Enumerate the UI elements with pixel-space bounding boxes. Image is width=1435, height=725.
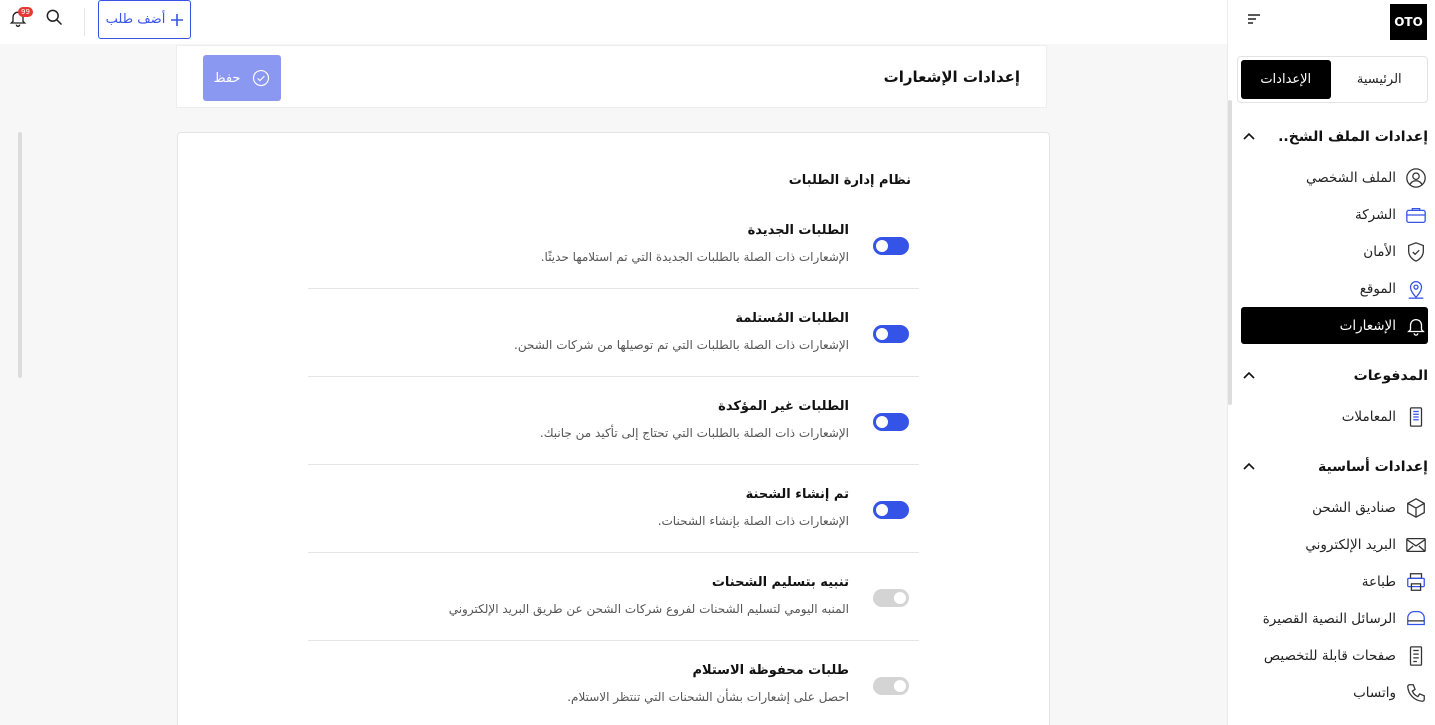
menu-toggle-icon[interactable] bbox=[1246, 12, 1262, 26]
chevron-up-icon bbox=[1242, 369, 1256, 383]
sidebar-item-print[interactable]: طباعة bbox=[1241, 563, 1428, 600]
notification-toggle[interactable] bbox=[873, 501, 909, 519]
section-profile-settings[interactable]: إعدادات الملف الشخ.. bbox=[1242, 123, 1428, 151]
notification-row: تنبيه بتسليم الشحنات المنبه اليومي لتسلي… bbox=[308, 553, 919, 641]
box-icon bbox=[1404, 496, 1428, 520]
chat-bubble-icon bbox=[1404, 607, 1428, 631]
row-title: تم إنشاء الشحنة bbox=[745, 487, 849, 502]
row-title: الطلبات المُستلمة bbox=[735, 311, 849, 326]
sidebar: OTO الإعدادات الرئيسية إعدادات الملف الش… bbox=[1227, 0, 1435, 725]
bell-icon bbox=[1404, 314, 1428, 338]
notification-toggle[interactable] bbox=[873, 237, 909, 255]
sidebar-item-profile[interactable]: الملف الشخصي bbox=[1241, 159, 1428, 196]
sidebar-item-label: صفحات قابلة للتخصيص bbox=[1263, 647, 1396, 664]
sidebar-item-label: المعاملات bbox=[1341, 408, 1396, 425]
sidebar-item-company[interactable]: الشركة bbox=[1241, 196, 1428, 233]
tab-settings[interactable]: الإعدادات bbox=[1241, 60, 1331, 99]
notification-toggle[interactable] bbox=[873, 677, 909, 695]
section-payments[interactable]: المدفوعات bbox=[1242, 362, 1428, 390]
top-bar: 99 أضف طلب bbox=[0, 0, 1227, 44]
notification-toggle[interactable] bbox=[873, 325, 909, 343]
row-description: الإشعارات ذات الصلة بالطلبات التي تحتاج … bbox=[539, 426, 849, 440]
sidebar-item-label: الأمان bbox=[1363, 243, 1396, 260]
row-description: الإشعارات ذات الصلة بإنشاء الشحنات. bbox=[657, 514, 849, 528]
search-icon[interactable] bbox=[42, 5, 66, 29]
section-title: المدفوعات bbox=[1353, 368, 1428, 384]
row-title: طلبات محفوظة الاستلام bbox=[692, 663, 849, 678]
row-description: الإشعارات ذات الصلة بالطلبات الجديدة الت… bbox=[540, 250, 849, 264]
toggle-knob bbox=[894, 592, 906, 604]
sidebar-item-label: البريد الإلكتروني bbox=[1305, 536, 1396, 553]
row-description: احصل على إشعارات بشأن الشحنات التي تنتظر… bbox=[567, 690, 849, 704]
section-title: نظام إدارة الطلبات bbox=[788, 173, 911, 188]
toggle-knob bbox=[876, 416, 888, 428]
envelope-icon bbox=[1404, 533, 1428, 557]
settings-header: حفظ إعدادات الإشعارات bbox=[176, 45, 1047, 108]
save-button[interactable]: حفظ bbox=[203, 55, 281, 101]
sidebar-item-label: صناديق الشحن bbox=[1312, 499, 1396, 516]
sidebar-item-label: الإشعارات bbox=[1339, 317, 1396, 334]
row-title: الطلبات غير المؤكدة bbox=[718, 399, 849, 414]
receipt-icon bbox=[1404, 405, 1428, 429]
sidebar-item-location[interactable]: الموقع bbox=[1241, 270, 1428, 307]
sidebar-item-custom-pages[interactable]: صفحات قابلة للتخصيص bbox=[1241, 637, 1428, 674]
notification-row: تم إنشاء الشحنة الإشعارات ذات الصلة بإنش… bbox=[308, 465, 919, 553]
printer-icon bbox=[1404, 570, 1428, 594]
logo[interactable]: OTO bbox=[1390, 4, 1427, 40]
section-basic-settings[interactable]: إعدادات أساسية bbox=[1242, 453, 1428, 481]
notification-toggle[interactable] bbox=[873, 589, 909, 607]
row-title: الطلبات الجديدة bbox=[747, 223, 849, 238]
save-label: حفظ bbox=[213, 70, 241, 86]
sidebar-item-label: الرسائل النصية القصيرة bbox=[1262, 610, 1396, 627]
user-circle-icon bbox=[1404, 166, 1428, 190]
sidebar-item-label: الملف الشخصي bbox=[1306, 169, 1396, 186]
notification-row: الطلبات غير المؤكدة الإشعارات ذات الصلة … bbox=[308, 377, 919, 465]
notification-count-badge: 99 bbox=[18, 7, 33, 17]
toggle-knob bbox=[876, 328, 888, 340]
chevron-up-icon bbox=[1242, 130, 1256, 144]
notification-row: الطلبات الجديدة الإشعارات ذات الصلة بالط… bbox=[308, 201, 919, 289]
add-order-button[interactable]: أضف طلب bbox=[98, 0, 191, 39]
toggle-knob bbox=[876, 240, 888, 252]
shield-check-icon bbox=[1404, 240, 1428, 264]
document-icon bbox=[1404, 644, 1428, 668]
briefcase-icon bbox=[1404, 203, 1428, 227]
row-description: المنبه اليومي لتسليم الشحنات لفروع شركات… bbox=[448, 602, 849, 616]
sidebar-item-sms[interactable]: الرسائل النصية القصيرة bbox=[1241, 600, 1428, 637]
add-order-label: أضف طلب bbox=[105, 12, 166, 27]
sidebar-item-notifications[interactable]: الإشعارات bbox=[1241, 307, 1428, 344]
tab-home[interactable]: الرئيسية bbox=[1335, 60, 1425, 99]
page-scrollbar[interactable] bbox=[18, 132, 22, 378]
sidebar-item-label: واتساب bbox=[1353, 684, 1396, 701]
notification-row: الطلبات المُستلمة الإشعارات ذات الصلة با… bbox=[308, 289, 919, 377]
notifications-card: نظام إدارة الطلبات الطلبات الجديدة الإشع… bbox=[177, 132, 1050, 725]
row-description: الإشعارات ذات الصلة بالطلبات التي تم توص… bbox=[514, 338, 849, 352]
sidebar-item-label: الموقع bbox=[1359, 280, 1396, 297]
toggle-knob bbox=[876, 504, 888, 516]
row-title: تنبيه بتسليم الشحنات bbox=[711, 575, 849, 590]
sidebar-item-whatsapp[interactable]: واتساب bbox=[1241, 674, 1428, 711]
sidebar-item-label: الشركة bbox=[1354, 206, 1396, 223]
check-circle-icon bbox=[253, 69, 270, 87]
phone-icon bbox=[1404, 681, 1428, 705]
notification-toggle[interactable] bbox=[873, 413, 909, 431]
plus-icon bbox=[171, 13, 184, 26]
sidebar-item-label: طباعة bbox=[1361, 573, 1396, 590]
sidebar-item-security[interactable]: الأمان bbox=[1241, 233, 1428, 270]
sidebar-item-transactions[interactable]: المعاملات bbox=[1241, 398, 1428, 435]
chevron-up-icon bbox=[1242, 460, 1256, 474]
section-title: إعدادات الملف الشخ.. bbox=[1278, 129, 1428, 145]
sidebar-tabs: الإعدادات الرئيسية bbox=[1237, 56, 1428, 103]
location-pin-icon bbox=[1404, 277, 1428, 301]
toggle-knob bbox=[894, 680, 906, 692]
sidebar-item-email[interactable]: البريد الإلكتروني bbox=[1241, 526, 1428, 563]
sidebar-scrollbar[interactable] bbox=[1228, 100, 1232, 405]
page-title: إعدادات الإشعارات bbox=[883, 68, 1020, 86]
notification-row: طلبات محفوظة الاستلام احصل على إشعارات ب… bbox=[308, 641, 919, 725]
section-title: إعدادات أساسية bbox=[1318, 459, 1428, 475]
sidebar-item-shipping-boxes[interactable]: صناديق الشحن bbox=[1241, 489, 1428, 526]
topbar-divider bbox=[84, 8, 85, 36]
